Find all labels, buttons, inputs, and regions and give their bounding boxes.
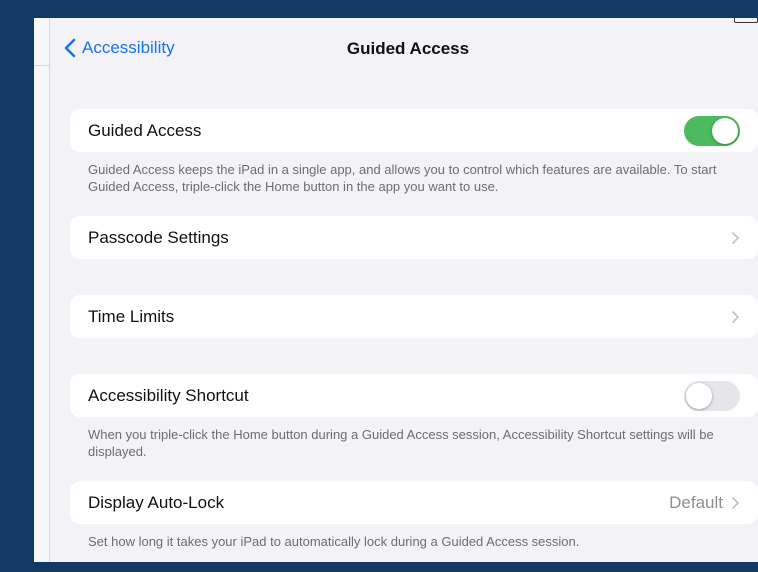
passcode-settings-label: Passcode Settings (88, 227, 229, 247)
toggle-knob (686, 382, 712, 409)
settings-screen: Accessibility Guided Access Guided Acces… (34, 18, 758, 562)
guided-access-toggle[interactable] (684, 115, 740, 146)
display-auto-lock-label: Display Auto-Lock (88, 492, 225, 512)
guided-access-label: Guided Access (88, 120, 202, 140)
display-auto-lock-value: Default (669, 492, 723, 512)
passcode-settings-row[interactable]: Passcode Settings (70, 216, 758, 259)
chevron-right-icon (732, 231, 739, 244)
detail-pane: Accessibility Guided Access Guided Acces… (50, 18, 758, 562)
display-auto-lock-footnote: Set how long it takes your iPad to autom… (88, 534, 580, 549)
accessibility-shortcut-footnote: When you triple-click the Home button du… (88, 427, 714, 459)
guided-access-row: Guided Access (70, 109, 758, 152)
chevron-right-icon (732, 310, 739, 323)
sidebar-edge (34, 18, 50, 562)
chevron-right-icon (732, 496, 739, 509)
display-auto-lock-row[interactable]: Display Auto-Lock Default (70, 481, 758, 524)
navigation-bar: Accessibility Guided Access (50, 18, 758, 80)
time-limits-row[interactable]: Time Limits (70, 295, 758, 338)
toggle-knob (712, 117, 738, 144)
accessibility-shortcut-label: Accessibility Shortcut (88, 385, 249, 405)
page-title: Guided Access (346, 39, 470, 58)
time-limits-label: Time Limits (88, 306, 175, 326)
accessibility-shortcut-toggle[interactable] (684, 380, 740, 411)
guided-access-footnote: Guided Access keeps the iPad in a single… (88, 162, 717, 194)
accessibility-shortcut-row: Accessibility Shortcut (70, 374, 758, 417)
sidebar-divider (34, 65, 49, 66)
